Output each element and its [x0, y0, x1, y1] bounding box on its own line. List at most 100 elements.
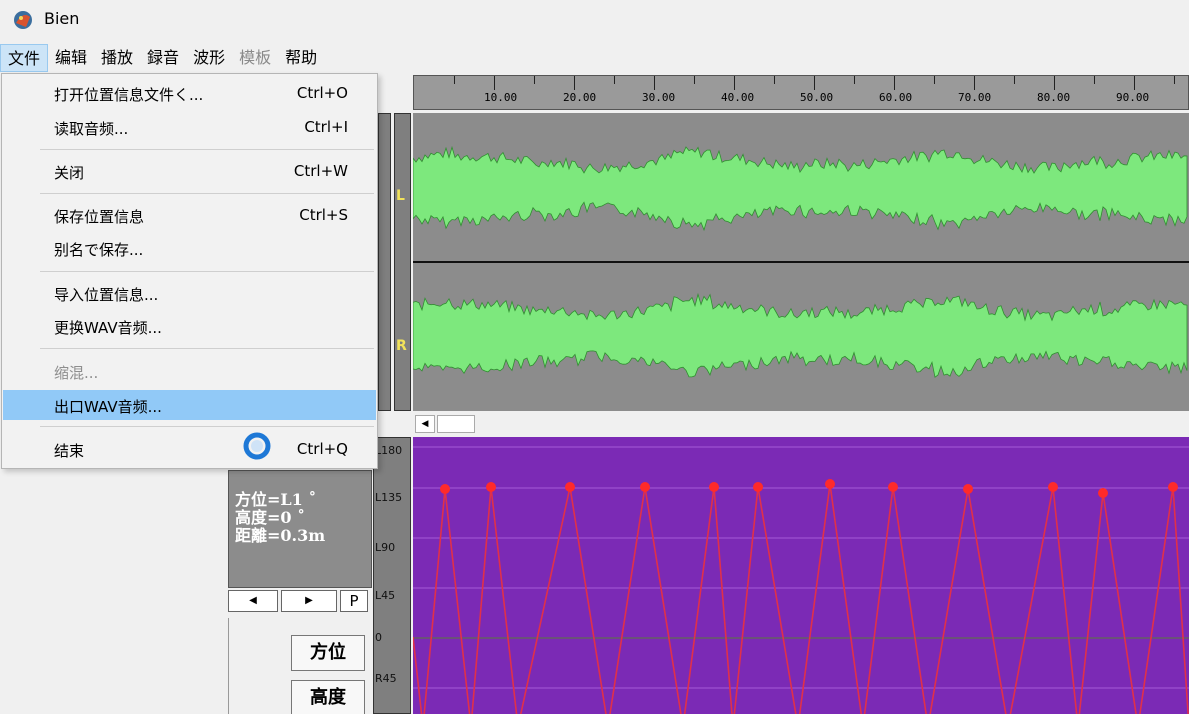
- ruler-tick: [894, 76, 895, 90]
- ruler-tick: [934, 76, 935, 84]
- ruler-tick: [1054, 76, 1055, 90]
- file-menu-item[interactable]: 结束 Ctrl+Q: [3, 434, 376, 464]
- position-axis-label: L45: [375, 589, 396, 602]
- file-menu-item[interactable]: 保存位置信息 Ctrl+S: [3, 200, 376, 230]
- file-menu-item[interactable]: 打开位置信息文件く... Ctrl+O: [3, 78, 376, 108]
- position-point[interactable]: [1098, 488, 1108, 498]
- menu-item[interactable]: 帮助: [278, 44, 324, 72]
- menu-item-shortcut: Ctrl+I: [304, 118, 348, 136]
- position-point[interactable]: [888, 482, 898, 492]
- menu-item-label: 关闭: [54, 164, 85, 182]
- menu-separator: [40, 271, 374, 272]
- scroll-thumb[interactable]: [437, 415, 475, 433]
- menu-item-label: 缩混...: [54, 364, 99, 382]
- trajectory-line: [412, 483, 1189, 714]
- ruler-tick: [454, 76, 455, 84]
- menu-item-label: 出口WAV音频...: [54, 398, 162, 416]
- ruler-tick: [854, 76, 855, 84]
- file-menu-item[interactable]: 关闭 Ctrl+W: [3, 156, 376, 186]
- menu-item-label: 打开位置信息文件く...: [54, 86, 204, 104]
- p-button[interactable]: P: [340, 590, 368, 612]
- distance-readout: 距離=0.3m: [235, 526, 326, 545]
- menu-item[interactable]: 録音: [140, 44, 186, 72]
- position-point[interactable]: [963, 484, 973, 494]
- channel-label-right: R: [396, 338, 407, 354]
- left-track-strip: [378, 113, 391, 411]
- menu-item[interactable]: 播放: [94, 44, 140, 72]
- channel-label-left: L: [396, 188, 405, 204]
- position-point[interactable]: [1168, 482, 1178, 492]
- app-window: Bien 文件 编辑 播放 録音 波形 模板 帮助 10.00 20.00 30.00 40.00…: [0, 0, 1189, 714]
- point-nav-row: ◀ ▶ P: [228, 590, 372, 616]
- menu-item[interactable]: 编辑: [48, 44, 94, 72]
- position-point[interactable]: [709, 482, 719, 492]
- azimuth-button[interactable]: 方位: [291, 635, 365, 671]
- menu-separator: [40, 193, 374, 194]
- menu-item-label: 保存位置信息: [54, 208, 145, 226]
- position-axis-label: 0: [375, 631, 382, 644]
- file-menu-item[interactable]: 出口WAV音频...: [3, 390, 376, 420]
- position-info-box: 方位=L1 ˚ 高度=0 ˚ 距離=0.3m: [228, 470, 372, 588]
- position-point[interactable]: [640, 482, 650, 492]
- position-point[interactable]: [825, 479, 835, 489]
- ruler-tick: [1094, 76, 1095, 84]
- position-point[interactable]: [486, 482, 496, 492]
- ruler-label: 60.00: [879, 91, 913, 104]
- ruler-tick: [614, 76, 615, 84]
- position-graph[interactable]: [412, 437, 1189, 714]
- app-logo-icon: [14, 11, 32, 29]
- title-bar: Bien: [0, 0, 1189, 42]
- ruler-label: 50.00: [800, 91, 834, 104]
- ruler-tick: [814, 76, 815, 90]
- ruler-tick: [774, 76, 775, 84]
- elevation-readout: 高度=0 ˚: [235, 508, 306, 527]
- position-axis-label: R45: [375, 672, 397, 685]
- file-menu-item[interactable]: 导入位置信息...: [3, 278, 376, 308]
- position-axis-label: L135: [375, 491, 403, 504]
- file-menu-item[interactable]: 缩混...: [3, 356, 376, 386]
- ruler-tick: [534, 76, 535, 84]
- next-point-button[interactable]: ▶: [281, 590, 337, 612]
- ruler-tick: [694, 76, 695, 84]
- file-menu-dropdown: 打开位置信息文件く... Ctrl+O 读取音频... Ctrl+I 关闭 Ctrl+W 保…: [1, 73, 378, 469]
- menu-item-label: 结束: [54, 442, 85, 460]
- menu-separator: [40, 348, 374, 349]
- menu-item[interactable]: 文件: [0, 44, 49, 72]
- menu-item[interactable]: 模板: [232, 44, 278, 72]
- ruler-tick: [1174, 76, 1175, 84]
- menu-item-label: 别名で保存...: [54, 241, 144, 259]
- position-axis-label: L180: [375, 444, 403, 457]
- scroll-left-arrow-icon[interactable]: ◀: [415, 415, 435, 433]
- ruler-label: 80.00: [1037, 91, 1071, 104]
- position-point[interactable]: [440, 484, 450, 494]
- file-menu-item[interactable]: 读取音频... Ctrl+I: [3, 112, 376, 142]
- channel-divider: [413, 261, 1189, 263]
- channel-label-strip: [394, 113, 411, 411]
- position-graph-canvas: [412, 446, 1189, 714]
- ruler-tick: [574, 76, 575, 90]
- window-title: Bien: [44, 9, 80, 28]
- elevation-button[interactable]: 高度: [291, 680, 365, 714]
- file-menu-item[interactable]: 更换WAV音频...: [3, 311, 376, 341]
- ruler-label: 40.00: [721, 91, 755, 104]
- ruler-tick: [654, 76, 655, 90]
- ruler-label: 20.00: [563, 91, 597, 104]
- position-point[interactable]: [753, 482, 763, 492]
- ruler-tick: [1014, 76, 1015, 84]
- time-ruler[interactable]: 10.00 20.00 30.00 40.00 50.00 60.00 70.00 80.00…: [413, 75, 1189, 110]
- file-menu-item[interactable]: 别名で保存...: [3, 233, 376, 263]
- azimuth-readout: 方位=L1 ˚: [235, 490, 317, 509]
- menu-bar: 文件 编辑 播放 録音 波形 模板 帮助: [0, 44, 324, 72]
- menu-item-shortcut: Ctrl+O: [296, 84, 348, 102]
- prev-point-button[interactable]: ◀: [228, 590, 278, 612]
- menu-item[interactable]: 波形: [186, 44, 232, 72]
- menu-item-label: 更换WAV音频...: [54, 319, 162, 337]
- position-point[interactable]: [565, 482, 575, 492]
- waveform-left-channel: [412, 145, 1188, 232]
- position-point[interactable]: [1048, 482, 1058, 492]
- menu-item-label: 读取音频...: [54, 120, 129, 138]
- ruler-label: 10.00: [484, 91, 518, 104]
- horizontal-scrollbar[interactable]: ◀: [413, 413, 1189, 435]
- ruler-label: 90.00: [1116, 91, 1150, 104]
- ruler-tick: [974, 76, 975, 90]
